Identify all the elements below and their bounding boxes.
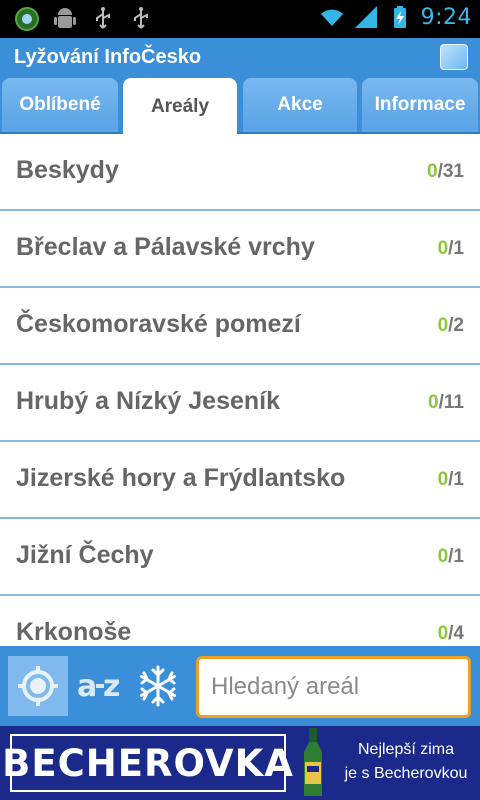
usb-icon-2 — [134, 7, 148, 29]
battery-charging-icon — [393, 6, 406, 28]
region-name: Jižní Čechy — [16, 541, 154, 569]
total-count: /4 — [448, 623, 464, 644]
signal-icon — [354, 6, 377, 28]
ad-slogan: Nejlepší zima je s Becherovkou — [336, 738, 476, 786]
app-notification-icon — [15, 7, 39, 31]
locate-button[interactable] — [8, 656, 68, 716]
list-item[interactable]: Jizerské hory a Frýdlantsko 0/1 — [0, 442, 480, 519]
region-name: Krkonoše — [16, 618, 132, 646]
favorite-count: 0 — [437, 623, 449, 644]
system-icons: 9:24 — [319, 4, 472, 30]
region-name: Jizerské hory a Frýdlantsko — [16, 464, 346, 492]
favorite-count: 0 — [437, 315, 449, 336]
region-name: Hrubý a Nízký Jeseník — [16, 387, 281, 415]
az-sort-icon: a z — [77, 669, 120, 704]
crosshair-locate-icon — [18, 666, 58, 706]
total-count: /11 — [438, 392, 464, 413]
tab-akce[interactable]: Akce — [243, 78, 357, 132]
region-name: Beskydy — [16, 156, 119, 184]
weather-app-icon[interactable] — [440, 44, 468, 70]
list-item[interactable]: Krkonoše 0/4 — [0, 596, 480, 646]
tab-arealy[interactable]: Areály — [123, 78, 237, 136]
total-count: /2 — [448, 315, 464, 336]
svg-text:a: a — [77, 669, 97, 704]
android-debug-icon — [54, 8, 76, 28]
tab-oblibene[interactable]: Oblíbené — [2, 78, 118, 132]
region-name: Břeclav a Pálavské vrchy — [16, 233, 315, 261]
favorite-count: 0 — [427, 161, 438, 182]
list-item[interactable]: Českomoravské pomezí 0/2 — [0, 288, 480, 365]
slogan-line-1: Nejlepší zima — [357, 741, 455, 758]
bottom-toolbar: a z — [0, 646, 480, 726]
region-count: 0/4 — [438, 623, 464, 645]
region-list[interactable]: Beskydy 0/31 Břeclav a Pálavské vrchy 0/… — [0, 134, 480, 646]
favorite-count: 0 — [437, 238, 449, 259]
search-input[interactable] — [196, 656, 471, 718]
region-name: Českomoravské pomezí — [16, 310, 301, 338]
favorite-count: 0 — [437, 546, 449, 567]
status-clock: 9:24 — [420, 4, 472, 30]
list-item[interactable]: Hrubý a Nízký Jeseník 0/11 — [0, 365, 480, 442]
becherovka-logo: BECHEROVKA — [2, 734, 293, 792]
snow-report-button[interactable] — [128, 656, 188, 716]
list-item[interactable]: Jižní Čechy 0/1 — [0, 519, 480, 596]
region-count: 0/1 — [438, 469, 464, 491]
tab-bar: Oblíbené Areály Akce Informace — [0, 76, 480, 136]
region-count: 0/31 — [427, 161, 464, 183]
list-item[interactable]: Beskydy 0/31 — [0, 134, 480, 211]
notification-icons — [14, 6, 154, 32]
total-count: /1 — [448, 469, 464, 490]
snowflake-icon — [140, 665, 176, 707]
total-count: /31 — [437, 161, 464, 182]
svg-text:z: z — [103, 669, 120, 704]
favorite-count: 0 — [437, 469, 449, 490]
bottle-icon — [304, 728, 322, 796]
list-item[interactable]: Břeclav a Pálavské vrchy 0/1 — [0, 211, 480, 288]
region-count: 0/1 — [438, 238, 464, 260]
usb-icon — [96, 7, 110, 29]
total-count: /1 — [448, 546, 464, 567]
app-header: Lyžování InfoČesko — [0, 38, 480, 76]
ad-banner[interactable]: BECHEROVKA Nejlepší zima je s Becherovko… — [0, 726, 480, 800]
favorite-count: 0 — [428, 392, 439, 413]
wifi-icon — [320, 9, 343, 26]
region-count: 0/11 — [428, 392, 464, 414]
slogan-line-2: je s Becherovkou — [344, 765, 468, 782]
tab-informace[interactable]: Informace — [362, 78, 478, 132]
sort-az-button[interactable]: a z — [70, 656, 130, 716]
region-count: 0/1 — [438, 546, 464, 568]
total-count: /1 — [448, 238, 464, 259]
region-count: 0/2 — [438, 315, 464, 337]
status-bar: 9:24 — [0, 0, 480, 38]
app-title: Lyžování InfoČesko — [14, 46, 202, 68]
